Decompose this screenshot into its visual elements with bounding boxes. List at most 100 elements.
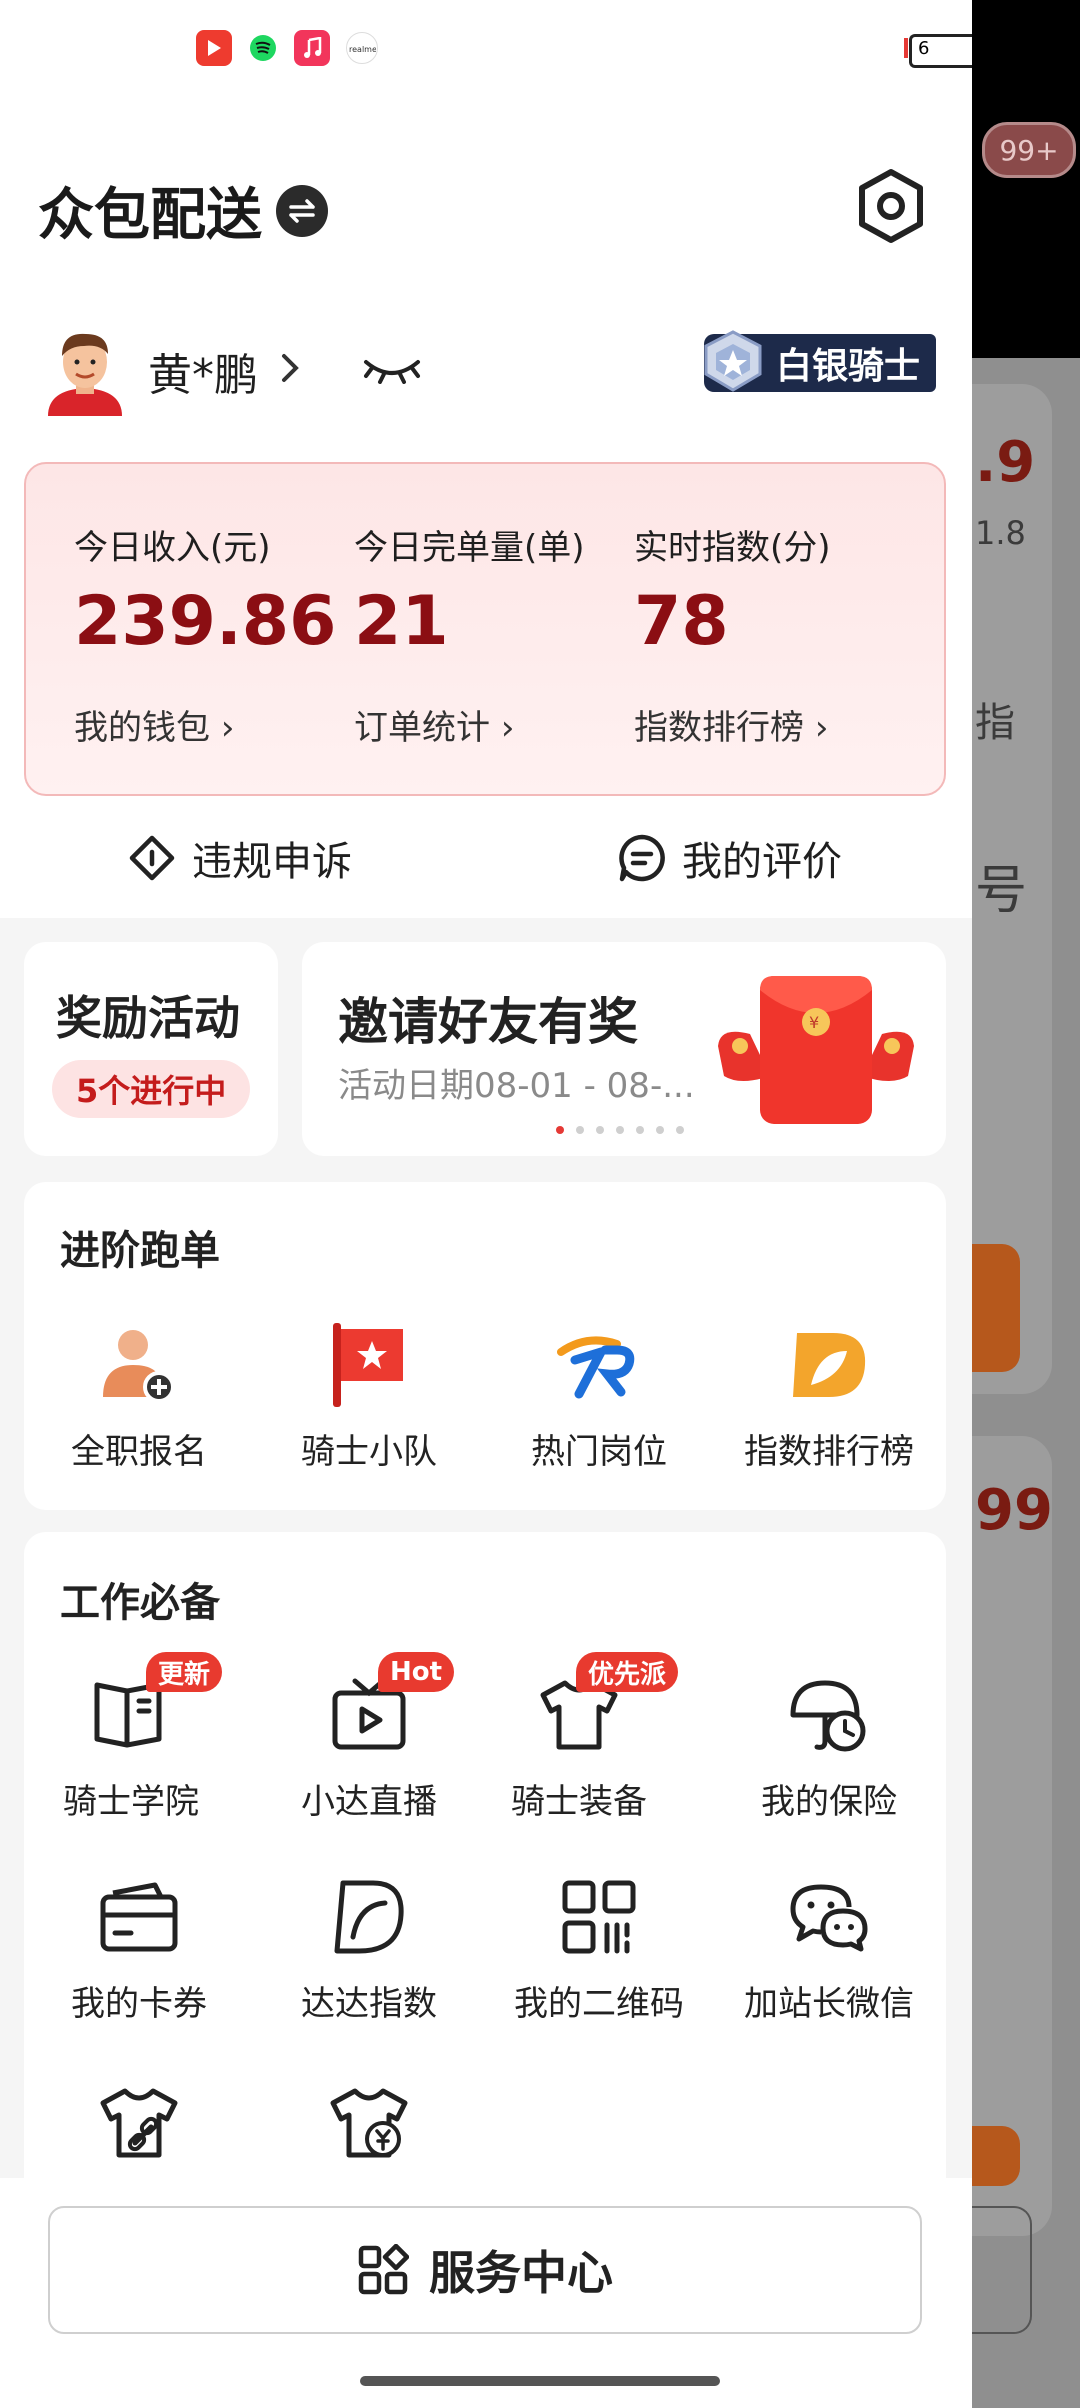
switch-mode-icon[interactable] — [276, 184, 328, 237]
gear-link-item[interactable] — [24, 2078, 254, 2182]
carousel-dot[interactable] — [616, 1126, 624, 1134]
update-tag: 更新 — [146, 1652, 223, 1692]
card-icon — [24, 1872, 254, 1962]
carousel-dot[interactable] — [576, 1126, 584, 1134]
battery-icon: 6 — [909, 34, 972, 68]
realme-icon: realme — [346, 32, 378, 64]
background-bottom-button — [972, 2206, 1032, 2334]
music-icon — [294, 30, 330, 66]
tshirt-link-icon — [24, 2078, 254, 2168]
stat-value: 78 — [634, 582, 729, 661]
index-ranking-link[interactable]: 指数排行榜 › — [634, 700, 828, 749]
tv-icon: Hot — [254, 1652, 484, 1760]
section-title: 工作必备 — [60, 1580, 220, 1626]
advanced-orders-section: 进阶跑单 全职报名 骑士小队 热门岗位 指数排行榜 — [24, 1182, 946, 1510]
reward-activity-card[interactable]: 奖励活动 5个进行中 — [24, 942, 278, 1156]
background-text: .9 — [975, 430, 1036, 495]
banner-subtitle: 活动日期08-01 - 08-... — [338, 1066, 695, 1106]
appeal-button[interactable]: 违规申诉 — [126, 818, 352, 898]
silver-medal-icon — [704, 330, 762, 392]
page-title-row: 众包配送 — [38, 170, 328, 251]
rank-badge[interactable]: 白银骑士 — [704, 330, 936, 392]
carousel-dot[interactable] — [596, 1126, 604, 1134]
my-insurance-item[interactable]: 我的保险 — [714, 1670, 944, 1823]
comment-icon — [619, 834, 665, 882]
bottom-bar: 服务中心 — [0, 2178, 972, 2408]
wallet-link[interactable]: 我的钱包 › — [74, 700, 234, 749]
carousel-dot[interactable] — [676, 1126, 684, 1134]
my-rating-button[interactable]: 我的评价 — [616, 818, 842, 898]
background-button — [972, 1244, 1020, 1372]
my-coupons-item[interactable]: 我的卡券 — [24, 1872, 254, 2025]
daily-stats-card: 今日收入(元) 239.86 我的钱包 › 今日完单量(单) 21 订单统计 ›… — [24, 462, 946, 796]
tshirt-yuan-icon — [254, 2078, 484, 2168]
live-stream-item[interactable]: Hot 小达直播 — [254, 1652, 484, 1823]
battery-indicator — [904, 38, 908, 58]
gear-payment-item[interactable] — [254, 2078, 484, 2182]
background-header — [972, 0, 1080, 358]
status-bar-apps: realme — [196, 30, 378, 66]
svg-text:realme: realme — [349, 45, 376, 54]
carousel-dot[interactable] — [636, 1126, 644, 1134]
stat-value: 21 — [354, 582, 449, 661]
hot-jobs-item[interactable]: 热门岗位 — [484, 1320, 714, 1473]
hot-tag: Hot — [378, 1652, 455, 1692]
background-text: 99 — [975, 1478, 1053, 1543]
work-essentials-section: 工作必备 更新 骑士学院 Hot 小达直播 优先派 骑士装备 我的保险 我的卡券… — [24, 1532, 946, 2212]
chevron-right-icon: › — [220, 708, 235, 748]
user-profile-row[interactable]: 黄*鹏 — [44, 326, 422, 416]
carousel-dot[interactable] — [556, 1126, 564, 1134]
user-name: 黄*鹏 — [148, 350, 258, 401]
umbrella-clock-icon — [714, 1670, 944, 1760]
rank-label: 白银骑士 — [775, 346, 920, 387]
page-title: 众包配送 — [38, 183, 262, 248]
priority-tag: 优先派 — [576, 1652, 679, 1692]
avatar — [48, 333, 122, 416]
banner-title: 邀请好友有奖 — [338, 993, 638, 1051]
stat-value: 239.86 — [74, 582, 337, 661]
invite-banner[interactable]: 邀请好友有奖 活动日期08-01 - 08-... ¥ — [302, 942, 946, 1156]
dada-index-icon — [254, 1872, 484, 1962]
wechat-icon — [714, 1872, 944, 1962]
fulltime-signup-item[interactable]: 全职报名 — [24, 1320, 254, 1473]
book-icon: 更新 — [16, 1652, 246, 1760]
section-title: 进阶跑单 — [60, 1228, 220, 1274]
side-drawer: realme 6 众包配送 黄*鹏 白银骑士 今日收入(元) 239.86 我的… — [0, 0, 972, 2408]
background-card — [972, 1436, 1052, 2236]
carousel-dot[interactable] — [656, 1126, 664, 1134]
stat-label: 今日收入(元) — [74, 528, 271, 568]
background-button — [972, 2126, 1020, 2186]
stat-label: 实时指数(分) — [634, 528, 831, 568]
my-qr-code-item[interactable]: 我的二维码 — [484, 1872, 714, 2025]
youtube-music-icon — [196, 30, 232, 66]
reward-title: 奖励活动 — [56, 991, 240, 1045]
spotify-icon — [248, 33, 278, 63]
reward-count-badge: 5个进行中 — [52, 1060, 251, 1118]
home-indicator[interactable] — [360, 2376, 720, 2386]
red-flag-icon — [254, 1320, 484, 1410]
grid-apps-icon — [358, 2244, 409, 2295]
background-notification-badge: 99+ — [982, 122, 1076, 178]
knight-gear-item[interactable]: 优先派 骑士装备 — [464, 1652, 694, 1823]
background-text: 指 — [975, 700, 1015, 746]
dada-index-item[interactable]: 达达指数 — [254, 1872, 484, 2025]
svg-text:¥: ¥ — [809, 1013, 819, 1032]
red-envelope-icon: ¥ — [718, 976, 914, 1124]
service-center-button[interactable]: 服务中心 — [48, 2206, 922, 2334]
knight-academy-item[interactable]: 更新 骑士学院 — [16, 1652, 246, 1823]
add-manager-wechat-item[interactable]: 加站长微信 — [714, 1872, 944, 2025]
fulltime-signup-icon — [24, 1320, 254, 1410]
dada-logo-icon — [714, 1320, 944, 1410]
knight-team-item[interactable]: 骑士小队 — [254, 1320, 484, 1473]
tshirt-icon: 优先派 — [464, 1652, 694, 1760]
hide-amount-icon[interactable] — [362, 354, 422, 388]
index-ranking-item[interactable]: 指数排行榜 — [714, 1320, 944, 1473]
hot-jobs-icon — [484, 1320, 714, 1410]
background-text: 号 — [975, 861, 1028, 921]
qr-code-icon — [484, 1872, 714, 1962]
order-stats-link[interactable]: 订单统计 › — [354, 700, 514, 749]
background-text: 1.8 — [975, 514, 1026, 552]
chevron-right-icon: › — [500, 708, 515, 748]
chevron-right-icon — [280, 348, 300, 394]
settings-icon[interactable] — [856, 168, 926, 248]
